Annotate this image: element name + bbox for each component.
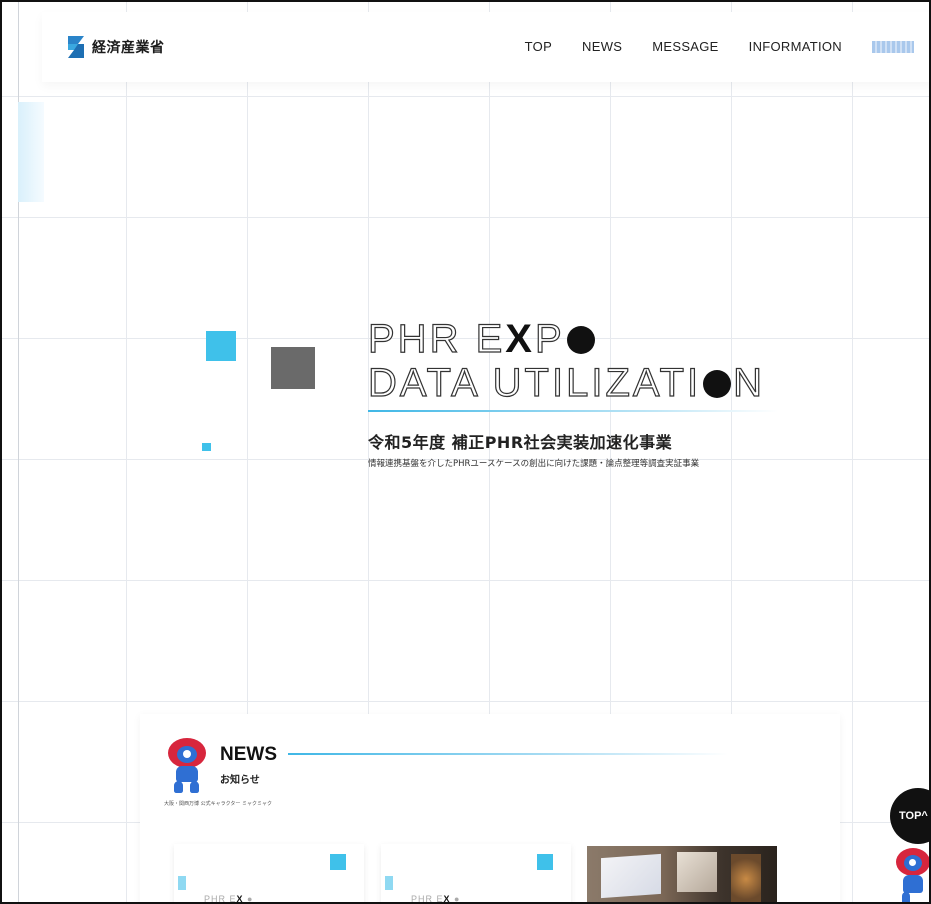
hero-logo: PHR EXP DATA UTILIZATI N — [367, 316, 766, 405]
card-logo: PHR EX ● — [411, 894, 461, 904]
meti-logo[interactable]: 経済産業省 — [64, 34, 165, 60]
logo-dot-icon — [566, 326, 595, 354]
hero-subtitle: 令和5年度 補正PHR社会実装加速化事業 — [368, 433, 673, 452]
news-subheading: お知らせ — [220, 775, 260, 786]
card-logo: PHR EX ● — [204, 894, 254, 904]
hero-gray-square — [271, 347, 315, 389]
news-heading: NEWS — [220, 744, 277, 765]
arrow-up-icon: ^ — [921, 810, 928, 822]
hero-blue-square — [206, 331, 236, 361]
nav-extra-item[interactable] — [872, 40, 914, 53]
mascot-icon — [164, 736, 212, 794]
logo-dot-icon — [703, 370, 732, 398]
site-header: 経済産業省 TOP NEWS MESSAGE INFORMATION — [42, 12, 929, 82]
hero-small-square — [202, 443, 211, 451]
page-frame: 経済産業省 TOP NEWS MESSAGE INFORMATION PHR E… — [0, 0, 931, 904]
news-card[interactable]: PHR EX ● — [174, 844, 364, 904]
nav-information[interactable]: INFORMATION — [749, 39, 842, 54]
hero-title-line-1: PHR EXP — [367, 316, 765, 362]
meti-logo-icon — [64, 34, 88, 60]
back-to-top-button[interactable]: TOP ^ — [890, 788, 929, 844]
hero-title-line-2: DATA UTILIZATI N — [367, 360, 766, 405]
nav-news[interactable]: NEWS — [582, 39, 622, 54]
main-nav: TOP NEWS MESSAGE INFORMATION — [525, 39, 914, 54]
news-divider — [288, 753, 728, 755]
mascot-caption: 大阪・関西万博 公式キャラクター ミャクミャク — [164, 801, 272, 807]
logo-text: 経済産業省 — [92, 40, 165, 56]
left-accent-block — [18, 102, 44, 202]
news-card[interactable]: PHR EX ● — [381, 844, 571, 904]
nav-message[interactable]: MESSAGE — [652, 39, 718, 54]
hero-description: 情報連携基盤を介したPHRユースケースの創出に向けた課題・論点整理等調査実証事業 — [368, 459, 700, 469]
nav-top[interactable]: TOP — [525, 39, 552, 54]
news-card-photo[interactable] — [587, 846, 777, 902]
floating-mascot-icon — [894, 848, 929, 902]
hero-divider — [368, 410, 778, 412]
